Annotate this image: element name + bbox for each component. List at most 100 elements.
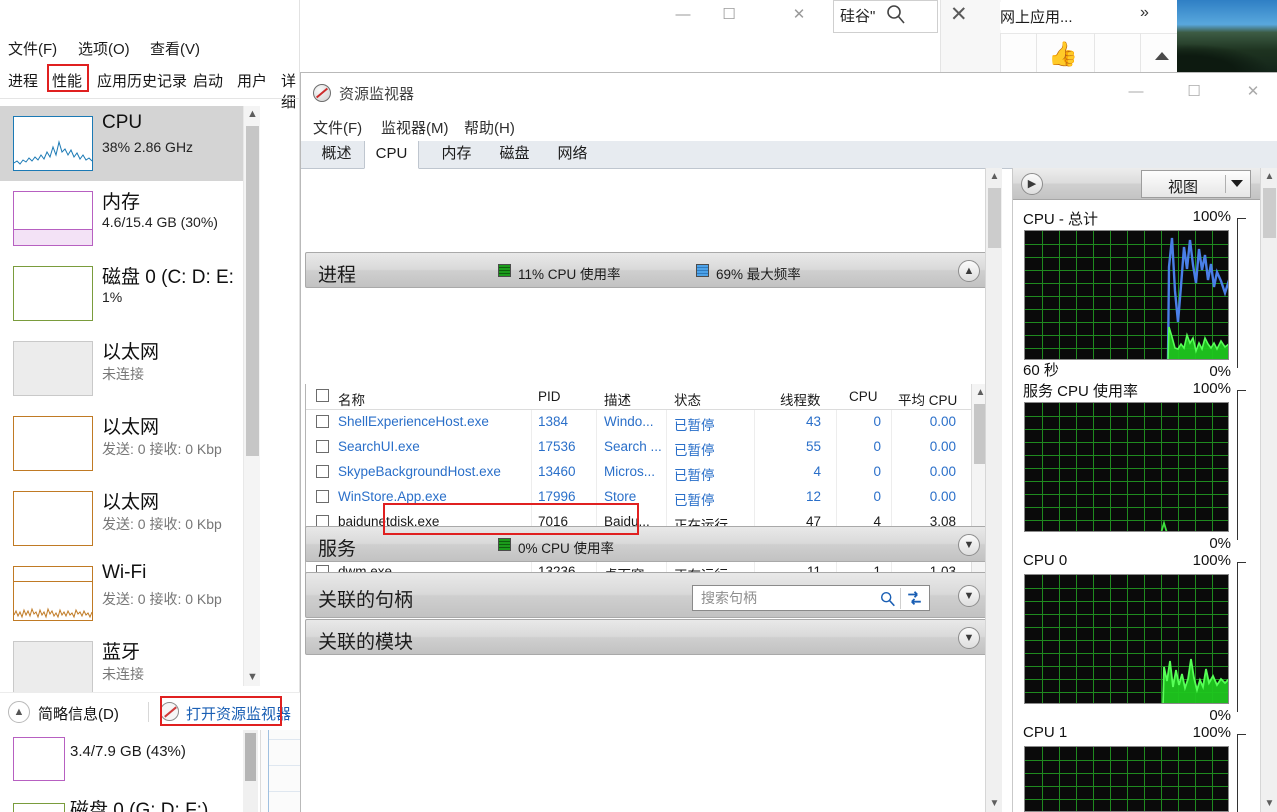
section-modules-header[interactable]: 关联的模块 ▼ <box>305 619 989 655</box>
row-checkbox[interactable] <box>316 490 329 503</box>
sidebar-item-value: 发送: 0 接收: 0 Kbp <box>102 591 222 607</box>
rm-menu-help[interactable]: 帮助(H) <box>464 117 515 138</box>
cell-name: WinStore.App.exe <box>338 489 447 504</box>
scroll-up-icon[interactable]: ▲ <box>1261 168 1277 185</box>
rm-tab-disk[interactable]: 磁盘 <box>487 141 542 169</box>
view-dropdown-button[interactable]: 视图 <box>1141 170 1251 198</box>
task-manager-scrollbar[interactable]: ▲ ▼ <box>243 106 260 686</box>
chevron-right-circle-icon[interactable]: ▶ <box>1021 173 1043 195</box>
rm-minimize-button[interactable]: — <box>1113 78 1159 106</box>
magnifier-icon[interactable] <box>884 2 908 26</box>
ethernet-thumbnail <box>13 416 93 471</box>
scrollbar-thumb[interactable] <box>1263 188 1276 238</box>
col-desc[interactable]: 描述 <box>604 389 631 409</box>
table-row[interactable]: SearchUI.exe 17536 Search ... 已暂停 55 0 0… <box>306 435 972 460</box>
tm-minimize-button[interactable]: — <box>660 0 706 30</box>
refresh-arrows-icon[interactable] <box>905 590 924 608</box>
graph-min: 0% <box>1209 535 1231 552</box>
chevron-up-circle-icon[interactable]: ▲ <box>958 260 980 282</box>
rm-tab-overview[interactable]: 概述 <box>309 141 364 169</box>
brief-info-label[interactable]: 简略信息(D) <box>38 703 119 724</box>
scrollbar-thumb[interactable] <box>246 126 259 456</box>
background-tab-label[interactable]: 网上应用... <box>1000 2 1160 30</box>
table-row[interactable]: SkypeBackgroundHost.exe 13460 Micros... … <box>306 460 972 485</box>
sidebar-item-wifi[interactable]: Wi-Fi 发送: 0 接收: 0 Kbp <box>0 556 243 631</box>
col-status[interactable]: 状态 <box>674 389 701 409</box>
magnifier-icon[interactable] <box>879 590 897 608</box>
section-modules-label: 关联的模块 <box>318 632 414 653</box>
rm-tab-memory[interactable]: 内存 <box>429 141 484 169</box>
process-table-header: 名称 PID 描述 状态 线程数 CPU 平均 CPU <box>306 384 972 410</box>
select-all-checkbox[interactable] <box>316 389 329 402</box>
sidebar-item-ethernet-1[interactable]: 以太网 未连接 <box>0 331 243 406</box>
tab-app-history[interactable]: 应用历史记录 <box>97 70 187 91</box>
scroll-up-icon[interactable]: ▲ <box>244 106 261 123</box>
tm-maximize-button[interactable]: ☐ <box>706 0 752 30</box>
chevron-down-circle-icon[interactable]: ▼ <box>958 534 980 556</box>
resource-monitor-icon <box>313 84 331 102</box>
tm-close-button[interactable]: ✕ <box>776 0 822 30</box>
scrollbar-thumb[interactable] <box>988 188 1001 248</box>
cell-avg-cpu: 0.00 <box>929 464 956 479</box>
search-divider <box>900 588 901 609</box>
section-processes-header[interactable]: 进程 11% CPU 使用率 69% 最大频率 ▲ <box>305 252 989 288</box>
scroll-down-icon[interactable]: ▼ <box>1261 795 1277 812</box>
close-icon[interactable]: ✕ <box>950 4 970 26</box>
tab-processes[interactable]: 进程 <box>8 70 38 91</box>
scroll-up-icon[interactable]: ▲ <box>986 168 1003 185</box>
handles-search-box[interactable] <box>692 585 930 611</box>
graph-label: CPU - 总计 <box>1023 211 1099 228</box>
graph-cpu-1: CPU 1 100% <box>1023 724 1251 812</box>
col-cpu[interactable]: CPU <box>849 389 878 404</box>
rm-menu-monitor[interactable]: 监视器(M) <box>381 117 449 138</box>
graph-panel-scrollbar[interactable]: ▲ ▼ <box>1260 168 1277 812</box>
search-input[interactable] <box>699 589 869 607</box>
col-threads[interactable]: 线程数 <box>780 389 821 409</box>
tab-startup[interactable]: 启动 <box>193 70 223 91</box>
disk-label-behind: 磁盘 0 (G: D: F:) <box>70 800 209 812</box>
col-name[interactable]: 名称 <box>338 389 365 409</box>
menu-options[interactable]: 选项(O) <box>78 38 130 59</box>
section-handles-header[interactable]: 关联的句柄 ▼ <box>305 572 989 618</box>
row-checkbox[interactable] <box>316 415 329 428</box>
sidebar-item-cpu[interactable]: CPU 38% 2.86 GHz <box>0 106 243 181</box>
rm-close-button[interactable]: ✕ <box>1230 78 1276 106</box>
task-manager-separator <box>0 98 300 99</box>
tab-users[interactable]: 用户 <box>237 70 267 91</box>
sidebar-item-label: 磁盘 0 (C: D: E: <box>102 267 234 288</box>
sidebar-item-label: CPU <box>102 112 143 133</box>
rm-tab-network[interactable]: 网络 <box>545 141 600 169</box>
scroll-down-icon[interactable]: ▼ <box>244 669 261 686</box>
table-row[interactable]: ShellExperienceHost.exe 1384 Windo... 已暂… <box>306 410 972 435</box>
thumbs-up-icon[interactable]: 👍 <box>1048 40 1078 69</box>
chevron-up-circle-icon[interactable]: ▲ <box>8 701 30 723</box>
menu-view[interactable]: 查看(V) <box>150 38 200 59</box>
rm-menu-file[interactable]: 文件(F) <box>313 117 362 138</box>
chevron-down-circle-icon[interactable]: ▼ <box>958 585 980 607</box>
sidebar-item-value: 未连接 <box>102 666 144 682</box>
resource-monitor-scrollbar[interactable]: ▲ ▼ <box>985 168 1002 812</box>
scrollbar-behind[interactable] <box>243 725 258 812</box>
overflow-label[interactable]: » <box>1140 4 1149 22</box>
toolbar-divider <box>1140 33 1141 73</box>
col-pid[interactable]: PID <box>538 389 561 404</box>
scroll-down-icon[interactable]: ▼ <box>986 795 1003 812</box>
triangle-up-icon[interactable] <box>1155 52 1169 60</box>
sidebar-item-ethernet-3[interactable]: 以太网 发送: 0 接收: 0 Kbp <box>0 481 243 556</box>
sidebar-item-memory[interactable]: 内存 4.6/15.4 GB (30%) <box>0 181 243 256</box>
cell-pid: 17996 <box>538 489 576 504</box>
graph-time-span: 60 秒 <box>1023 362 1059 379</box>
rm-tab-cpu[interactable]: CPU <box>364 141 419 169</box>
rm-maximize-button[interactable]: ☐ <box>1171 78 1217 106</box>
row-checkbox[interactable] <box>316 440 329 453</box>
col-avg-cpu[interactable]: 平均 CPU <box>898 389 957 409</box>
chevron-down-icon[interactable] <box>1231 180 1243 187</box>
sidebar-item-ethernet-2[interactable]: 以太网 发送: 0 接收: 0 Kbp <box>0 406 243 481</box>
menu-file[interactable]: 文件(F) <box>8 38 57 59</box>
row-checkbox[interactable] <box>316 465 329 478</box>
ethernet-thumbnail <box>13 341 93 396</box>
memory-thumbnail <box>13 737 65 781</box>
cell-desc: Store <box>604 489 637 504</box>
sidebar-item-disk0[interactable]: 磁盘 0 (C: D: E: 1% <box>0 256 243 331</box>
chevron-down-circle-icon[interactable]: ▼ <box>958 627 980 649</box>
